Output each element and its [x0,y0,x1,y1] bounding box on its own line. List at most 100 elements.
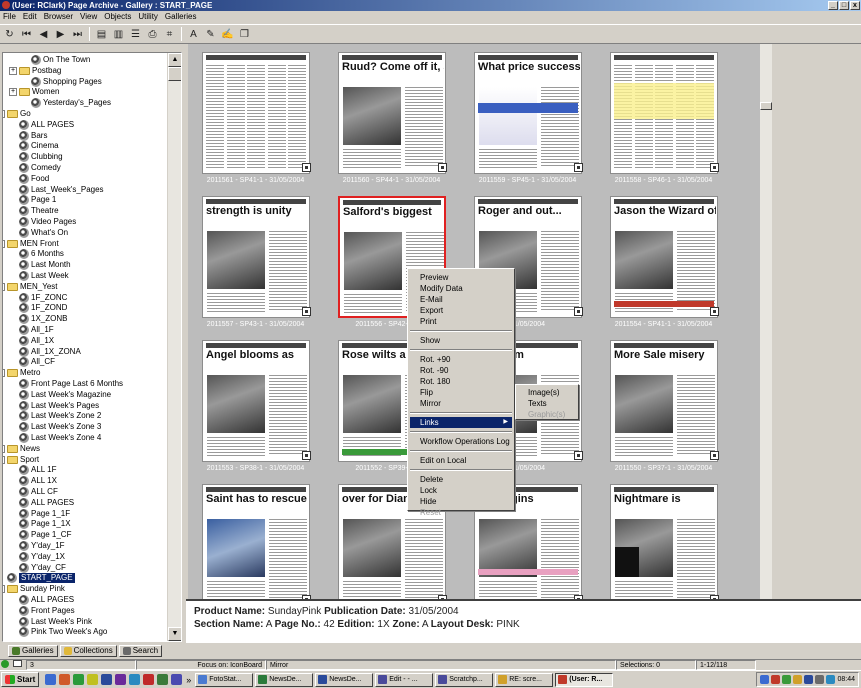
page-thumbnail[interactable]: Saint has to rescue the family [194,478,317,599]
tab-galleries[interactable]: Galleries [8,645,58,657]
tree-item[interactable]: Last_Week's_Pages [19,184,104,195]
tree-item[interactable]: Last Week's Zone 2 [19,411,101,422]
tray-icon-6[interactable] [815,675,825,684]
tree-item[interactable]: - MEN_Yest [3,282,58,292]
page-link-icon[interactable] [710,307,719,316]
tree-item[interactable]: 1F_ZONC [19,292,67,303]
menu-galleries[interactable]: Galleries [165,11,197,23]
preview-icon[interactable]: ▤ [94,27,109,42]
page-link-icon[interactable] [302,451,311,460]
tree-item[interactable]: What's On [19,227,68,238]
copy-icon[interactable]: ❐ [237,27,252,42]
menu-item-show[interactable]: Show [410,335,512,346]
tree-item[interactable]: - Metro [3,368,40,378]
quicklaunch-icon-1[interactable] [45,674,57,685]
last-page-icon[interactable]: ⏭ [70,27,85,42]
menu-item-hide[interactable]: Hide [410,496,512,507]
page-thumbnail[interactable]: 2011558 - SP46-1 - 31/05/2004 [602,46,725,186]
menu-item-lock[interactable]: Lock [410,485,512,496]
quicklaunch-icon-6[interactable] [115,674,127,685]
menu-item-rot-180[interactable]: Rot. 180 [410,376,512,387]
page-link-icon[interactable] [302,163,311,172]
document-icon[interactable]: ▥ [111,27,126,42]
print-icon[interactable]: ⎙ [145,27,160,42]
tray-icon-2[interactable] [771,675,781,684]
tree-expander-icon[interactable]: - [3,369,5,378]
tree-item[interactable]: Page 1_1X [19,519,71,530]
page-thumbnail[interactable]: More Sale misery 2011550 - SP37-1 - 31/05… [602,334,725,474]
quicklaunch-chevron[interactable]: » [186,675,191,685]
tree-item[interactable]: Last Week's Zone 4 [19,433,101,443]
menu-item-export[interactable]: Export [410,305,512,316]
previous-icon[interactable]: ◀ [36,27,51,42]
menu-item-delete[interactable]: Delete [410,474,512,485]
tree-expander-icon[interactable]: - [3,455,5,464]
tree-item[interactable]: Video Pages [19,217,76,227]
page-link-icon[interactable] [574,163,583,172]
menu-browser[interactable]: Browser [44,11,73,23]
scroll-up-button[interactable]: ▲ [168,53,181,67]
page-link-icon[interactable] [574,307,583,316]
tree-item[interactable]: Pink Two Week's Ago [19,627,107,638]
menu-item-edit-on-local[interactable]: Edit on Local [410,455,512,466]
pen-icon[interactable]: ✎ [203,27,218,42]
font-icon[interactable]: A [186,27,201,42]
menu-objects[interactable]: Objects [104,11,131,23]
tree-scrollbar[interactable]: ▲ ▼ [167,53,181,641]
tree-item[interactable]: - MEN Front [3,239,59,249]
tree-item[interactable]: All_CF [19,357,55,368]
tree-item[interactable]: 1F_ZOND [19,303,67,314]
tree-item[interactable]: Food [19,173,49,184]
tray-icon-5[interactable] [804,675,814,684]
taskbar-button[interactable]: FotoStat... [195,672,254,687]
tab-search[interactable]: Search [118,645,163,657]
tree-item[interactable]: Comedy [19,163,61,173]
taskbar-button[interactable]: (User: R... [555,672,614,687]
tree-item[interactable]: On The Town [31,55,90,65]
tree-item[interactable]: + Women [9,87,59,97]
tree-item[interactable]: ALL 1F [19,465,57,476]
menu-view[interactable]: View [80,11,97,23]
page-link-icon[interactable] [302,307,311,316]
gallery-scrollbar[interactable] [760,44,772,599]
menu-item-preview[interactable]: Preview [410,272,512,283]
tree-item[interactable]: Page 1 [19,195,56,206]
taskbar-button[interactable]: NewsDe... [255,672,314,687]
first-page-icon[interactable]: ⏮ [19,27,34,42]
quicklaunch-icon-3[interactable] [73,674,85,685]
page-link-icon[interactable] [438,163,447,172]
tray-icon-7[interactable] [826,675,836,684]
tray-icon-4[interactable] [793,675,803,684]
page-thumbnail[interactable]: Jason the Wizard of Oz again 2011554 - SP… [602,190,725,330]
tree-item[interactable]: Last Week's Pink [19,616,92,627]
tree-item[interactable]: Page 1_CF [19,530,71,541]
page-link-icon[interactable] [710,163,719,172]
page-thumbnail[interactable]: strength is unity 2011557 - SP43-1 - 31/0… [194,190,317,330]
binoculars-icon[interactable]: ⌗ [162,27,177,42]
tree-item[interactable]: Clubbing [19,152,63,163]
menu-item-links[interactable]: Links ▶ [410,417,512,428]
submenu-item-image-s-[interactable]: Image(s) [518,387,576,398]
tree-expander-icon[interactable]: + [9,66,17,75]
next-icon[interactable]: ▶ [53,27,68,42]
quicklaunch-icon-2[interactable] [59,674,71,685]
tree-item[interactable]: Last Week's Magazine [19,389,111,400]
scroll-down-button[interactable]: ▼ [168,627,181,641]
page-link-icon[interactable] [710,451,719,460]
menu-item-workflow-operations-log[interactable]: Workflow Operations Log [410,436,512,447]
tree-item[interactable]: - Go [3,109,31,119]
page-thumbnail[interactable]: What price success? 2011559 - SP45-1 - 31… [466,46,589,186]
quicklaunch-icon-4[interactable] [87,674,99,685]
quicklaunch-icon-5[interactable] [101,674,113,685]
tree-expander-icon[interactable]: - [3,239,5,248]
quicklaunch-icon-10[interactable] [171,674,183,685]
tree-item[interactable]: ALL 1X [19,476,57,487]
tree-item[interactable]: 1X_ZONB [19,314,67,325]
tree-item[interactable]: ALL PAGES [19,595,74,605]
menu-item-print[interactable]: Print [410,316,512,327]
menu-file[interactable]: File [3,11,16,23]
tree-item[interactable]: - Sunday Pink [3,584,65,594]
page-thumbnail[interactable]: 2011561 - SP41-1 - 31/05/2004 [194,46,317,186]
tray-icon-3[interactable] [782,675,792,684]
tab-collections[interactable]: Collections [59,645,117,657]
